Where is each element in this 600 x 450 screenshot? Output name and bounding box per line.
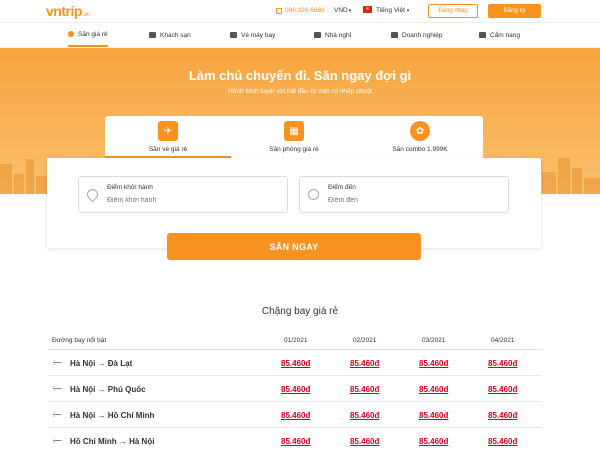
bed-icon xyxy=(314,32,321,38)
departure-input[interactable] xyxy=(107,197,277,204)
price-link[interactable]: 85.460đ xyxy=(281,411,310,420)
price-link[interactable]: 85.460đ xyxy=(419,359,448,368)
phone-icon xyxy=(276,7,282,14)
tab-label: Săn phòng giá rẻ xyxy=(269,146,319,153)
departure-label: Điểm khởi hành xyxy=(107,184,153,191)
chevron-down-icon: ▾ xyxy=(348,8,352,14)
main-nav: Săn giá rẻ Khách sạn Vé máy bay Nhà nghỉ… xyxy=(0,22,600,48)
search-tabs: ✈ Săn vé giá rẻ ▦ Săn phòng giá rẻ ✿ Săn… xyxy=(105,116,483,158)
nav-item-flights[interactable]: Vé máy bay xyxy=(230,23,275,47)
price-link[interactable]: 85.460đ xyxy=(419,385,448,394)
nav-label: Săn giá rẻ xyxy=(78,30,108,38)
nav-item-guide[interactable]: Cẩm nang xyxy=(479,23,520,47)
tab-label: Săn combo 1.999K xyxy=(392,146,448,153)
destination-label: Điểm đến xyxy=(328,184,356,191)
month-column-header: 01/2021 xyxy=(284,337,308,344)
language-select[interactable]: Tiếng Việt ▾ xyxy=(376,7,409,14)
login-button[interactable]: Đăng nhập xyxy=(428,4,478,18)
tab-label: Săn vé giá rẻ xyxy=(148,146,188,153)
location-pin-icon xyxy=(84,186,101,203)
route-name: Hà Nội → Hồ Chí Minh xyxy=(70,411,155,420)
price-link[interactable]: 85.460đ xyxy=(281,359,310,368)
table-row: Hà Nội → Đà Lạt 85.460đ 85.460đ 85.460đ … xyxy=(48,350,542,376)
logo-text: vntrip xyxy=(46,3,82,19)
price-link[interactable]: 85.460đ xyxy=(488,411,517,420)
language-value: Tiếng Việt xyxy=(376,7,405,14)
table-row: Hồ Chí Minh → Hà Nội 85.460đ 85.460đ 85.… xyxy=(48,428,542,450)
plane-icon xyxy=(230,32,237,38)
price-link[interactable]: 85.460đ xyxy=(419,411,448,420)
nav-label: Nhà nghỉ xyxy=(325,31,352,39)
register-button[interactable]: Đăng ký xyxy=(488,4,541,18)
search-icon xyxy=(68,31,74,37)
price-link[interactable]: 85.460đ xyxy=(350,411,379,420)
table-row: Hà Nội → Hồ Chí Minh 85.460đ 85.460đ 85.… xyxy=(48,402,542,428)
month-column-header: 03/2021 xyxy=(422,337,446,344)
vietnam-flag-icon: ★ xyxy=(363,6,372,13)
price-link[interactable]: 85.460đ xyxy=(419,437,448,446)
combo-icon: ✿ xyxy=(410,121,430,141)
nav-item-guesthouses[interactable]: Nhà nghỉ xyxy=(314,23,351,47)
nav-item-business[interactable]: Doanh nghiệp xyxy=(391,23,442,47)
price-link[interactable]: 85.460đ xyxy=(350,437,379,446)
hotline-number: 096.326.6688 xyxy=(285,7,325,14)
price-link[interactable]: 85.460đ xyxy=(281,437,310,446)
price-link[interactable]: 85.460đ xyxy=(350,385,379,394)
table-row: Hà Nội → Phú Quốc 85.460đ 85.460đ 85.460… xyxy=(48,376,542,402)
building-icon: ▦ xyxy=(284,121,304,141)
plane-icon xyxy=(53,386,63,391)
briefcase-icon xyxy=(391,32,398,38)
search-submit-button[interactable]: SĂN NGAY xyxy=(167,233,421,260)
book-icon xyxy=(479,32,486,38)
plane-icon xyxy=(53,438,63,443)
nav-label: Doanh nghiệp xyxy=(402,31,443,39)
month-column-header: 04/2021 xyxy=(491,337,515,344)
logo-suffix: .vn xyxy=(82,12,90,18)
tab-combo[interactable]: ✿ Săn combo 1.999K xyxy=(357,116,483,158)
plane-icon: ✈ xyxy=(158,121,178,141)
hotline[interactable]: 096.326.6688 xyxy=(276,7,325,14)
route-name: Hà Nội → Phú Quốc xyxy=(70,385,146,394)
nav-item-cheap-deals[interactable]: Săn giá rẻ xyxy=(68,23,108,47)
destination-input[interactable] xyxy=(328,197,498,204)
plane-icon xyxy=(53,360,63,365)
table-header: Đường bay nổi bật 01/2021 02/2021 03/202… xyxy=(48,333,542,350)
plane-icon xyxy=(53,412,63,417)
route-name: Hồ Chí Minh → Hà Nội xyxy=(70,437,155,446)
logo[interactable]: vntrip.vn xyxy=(46,3,90,19)
route-name: Hà Nội → Đà Lạt xyxy=(70,359,133,368)
price-link[interactable]: 85.460đ xyxy=(488,359,517,368)
nav-label: Khách sạn xyxy=(160,31,191,39)
departure-field[interactable]: Điểm khởi hành xyxy=(78,176,288,213)
tab-cheap-flights[interactable]: ✈ Săn vé giá rẻ xyxy=(105,116,231,158)
price-link[interactable]: 85.460đ xyxy=(350,359,379,368)
hero-title: Làm chủ chuyến đi. Săn ngay đợi gì xyxy=(188,68,412,83)
flights-table: Đường bay nổi bật 01/2021 02/2021 03/202… xyxy=(48,333,542,450)
price-link[interactable]: 85.460đ xyxy=(488,437,517,446)
nav-item-hotels[interactable]: Khách sạn xyxy=(149,23,191,47)
section-title: Chặng bay giá rẻ xyxy=(261,306,339,317)
currency-select[interactable]: VND▾ xyxy=(334,7,351,14)
target-icon xyxy=(308,189,319,200)
price-link[interactable]: 85.460đ xyxy=(488,385,517,394)
hero-subtitle: Hành trình tuyệt vời bắt đầu từ một cú n… xyxy=(228,88,372,95)
price-link[interactable]: 85.460đ xyxy=(281,385,310,394)
hotel-icon xyxy=(149,32,156,38)
tab-cheap-rooms[interactable]: ▦ Săn phòng giá rẻ xyxy=(231,116,357,158)
currency-value: VND xyxy=(334,7,348,14)
chevron-down-icon: ▾ xyxy=(406,8,410,14)
top-bar: vntrip.vn 096.326.6688 VND▾ ★ Tiếng Việt… xyxy=(0,0,600,22)
month-column-header: 02/2021 xyxy=(353,337,377,344)
nav-label: Cẩm nang xyxy=(490,31,520,39)
nav-label: Vé máy bay xyxy=(241,31,276,39)
destination-field[interactable]: Điểm đến xyxy=(299,176,509,213)
route-column-header: Đường bay nổi bật xyxy=(52,337,107,344)
